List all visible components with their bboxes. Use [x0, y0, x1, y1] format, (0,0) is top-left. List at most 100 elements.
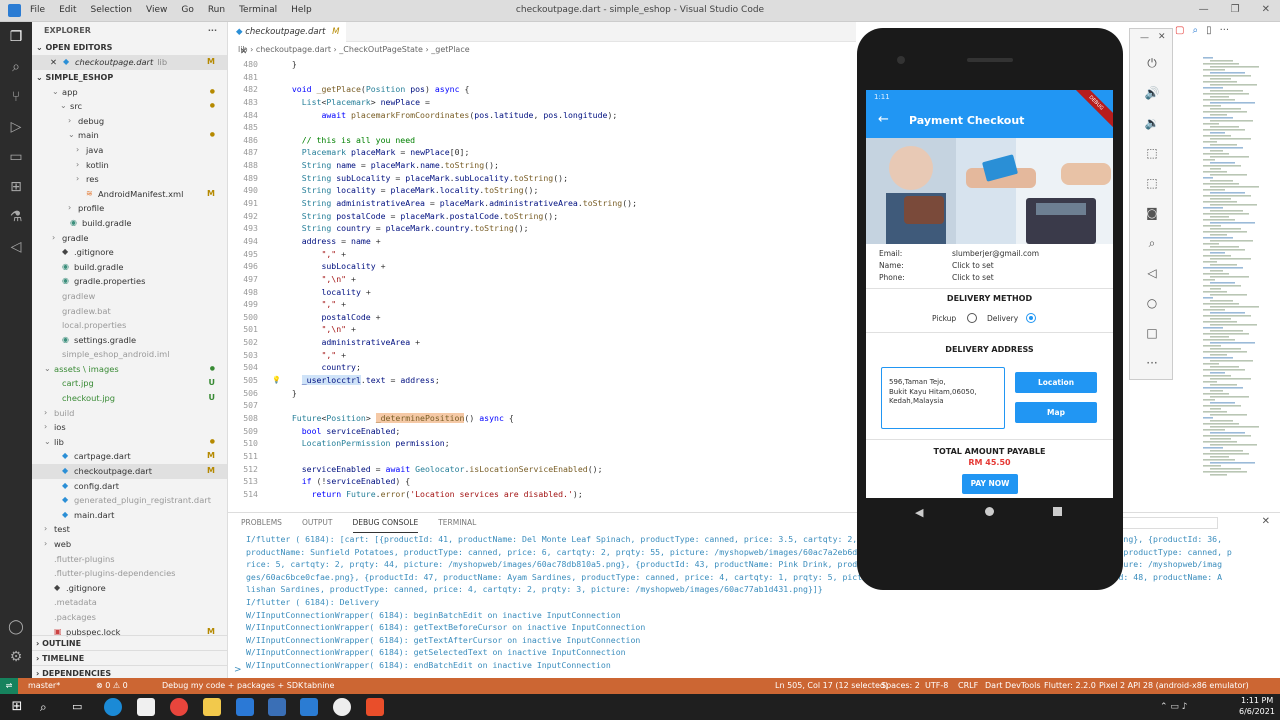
tree-item[interactable]: ◆ .gitignore [32, 581, 227, 596]
run-debug-icon[interactable]: ▷ [0, 112, 32, 142]
tree-item[interactable]: .metadata [32, 595, 227, 610]
tree-item[interactable]: ◉ build.gradle [32, 216, 227, 231]
manage-gear-icon[interactable]: ⚙ [0, 642, 32, 672]
tree-item[interactable]: cart.jpg U [32, 376, 227, 391]
code-line[interactable]: 493 String country = placeMark.country.t… [228, 222, 856, 235]
address-textfield[interactable]: 596,Taman Tejo, Bukit Kayu Hitam,06050, … [881, 367, 1005, 429]
split-editor-icon[interactable]: ▯ [1206, 25, 1212, 36]
debug-status[interactable]: Debug my code + packages + SDK [162, 678, 303, 694]
pay-now-button[interactable]: PAY NOW [962, 474, 1018, 494]
code-line[interactable]: 507 [228, 399, 856, 412]
back-icon[interactable]: ◁ [1144, 265, 1160, 281]
delivery-radio[interactable] [1026, 313, 1036, 323]
close-icon[interactable]: ✕ [1262, 4, 1270, 15]
tree-item[interactable]: › build [32, 406, 227, 421]
code-line[interactable]: 480 } [228, 58, 856, 71]
testing-icon[interactable]: ⚗ [0, 202, 32, 232]
code-line[interactable]: 500 postalCode + [228, 311, 856, 324]
code-line[interactable]: 483 List<Placemark> newPlace = [228, 96, 856, 109]
code-line[interactable]: 486 // this is all you need [228, 134, 856, 147]
edge-icon[interactable] [104, 698, 122, 716]
tree-item[interactable]: ⌄ main ● [32, 128, 227, 143]
tree-item[interactable]: .flutter-plugins [32, 552, 227, 567]
tree-item[interactable]: ◆ generated_plugin_registrant.dart [32, 493, 227, 508]
tree-item[interactable]: .flutter-plugins-dependencies [32, 566, 227, 581]
tree-item[interactable]: ◉ gradle.properties [32, 274, 227, 289]
tree-item[interactable]: ◆ config.dart [32, 479, 227, 494]
tree-item[interactable]: ⌄ assets \ images ● [32, 362, 227, 377]
tree-item[interactable]: ◆ checkoutpage.dart M [32, 464, 227, 479]
explorer-icon[interactable]: ❐ [0, 22, 32, 52]
problems-status[interactable]: ⊗ 0 ⚠ 0 [96, 678, 128, 694]
panel-tab-debug-console[interactable]: DEBUG CONSOLE [352, 513, 419, 533]
breadcrumb-item[interactable]: lib [238, 45, 248, 54]
panel-tab-problems[interactable]: PROBLEMS [241, 513, 282, 533]
code-line[interactable]: 509 bool serviceEnabled; [228, 425, 856, 438]
breadcrumb-item[interactable]: _getPlace [431, 45, 469, 54]
camera-icon[interactable]: ◙ [1144, 205, 1160, 221]
cursor-position[interactable]: Ln 505, Col 17 (12 selected) [775, 678, 888, 694]
project-section[interactable]: ⌄ SIMPLE_ESHOP [32, 70, 227, 85]
console-prompt[interactable]: > [234, 665, 242, 675]
code-line[interactable]: 485 [228, 121, 856, 134]
code-line[interactable]: 501 ",\n" + [228, 323, 856, 336]
code-line[interactable]: 503 "," + [228, 349, 856, 362]
tree-item[interactable]: › test [32, 522, 227, 537]
breadcrumb-item[interactable]: _CheckOutPageState [339, 45, 423, 54]
tab-checkoutpage[interactable]: ◆ checkoutpage.dart M ✕ [228, 22, 346, 57]
pickup-radio[interactable] [967, 313, 977, 323]
code-line[interactable]: 489 String subLocality = placeMark.subLo… [228, 172, 856, 185]
tree-item[interactable]: ◆ .gitignore [32, 245, 227, 260]
tree-item[interactable]: gradlew [32, 289, 227, 304]
breadcrumb-item[interactable]: checkoutpage.dart [256, 45, 331, 54]
indentation-status[interactable]: Spaces: 2 [881, 678, 920, 694]
task-view-icon[interactable]: ▭ [72, 698, 90, 716]
encoding-status[interactable]: UTF-8 [925, 678, 948, 694]
tree-item[interactable]: checkout.jpg U [32, 391, 227, 406]
code-line[interactable]: 487 Placemark placeMark = newPlace[0]; [228, 146, 856, 159]
more-icon[interactable]: ··· [1144, 355, 1160, 371]
power-icon[interactable]: ⏻ [1144, 55, 1160, 71]
recorder-taskbar-icon[interactable] [366, 698, 384, 716]
code-line[interactable]: 513 if (!serviceEnabled) { [228, 475, 856, 488]
code-line[interactable]: 490 String locality = placeMark.locality… [228, 184, 856, 197]
store-icon[interactable] [137, 698, 155, 716]
open-editors-section[interactable]: ⌄ OPEN EDITORS [32, 40, 227, 55]
vscode-taskbar-icon[interactable] [300, 698, 318, 716]
mail-icon[interactable] [236, 698, 254, 716]
tree-item[interactable]: ⌄ lib ● [32, 435, 227, 450]
clock-date[interactable]: 6/6/2021 [1239, 707, 1275, 716]
zoom-icon[interactable]: ⌕ [1144, 235, 1160, 251]
home-icon[interactable]: ○ [1144, 295, 1160, 311]
tree-item[interactable]: gradlew.bat [32, 304, 227, 319]
tree-item[interactable]: › debug [32, 114, 227, 129]
tray-icons[interactable]: ⌃ ▭ ♪ [1160, 702, 1188, 712]
lightbulb-icon[interactable]: 💡 [272, 374, 281, 387]
email-value[interactable]: slumberjer@gmail.com [952, 249, 1039, 258]
code-line[interactable]: 495 "," + [228, 248, 856, 261]
outline-section[interactable]: › OUTLINE [32, 635, 227, 650]
tree-item[interactable]: › java [32, 143, 227, 158]
devtools-status[interactable]: Dart DevTools [985, 678, 1041, 694]
code-line[interactable]: 497 ",\n" + [228, 273, 856, 286]
tree-item[interactable]: ◉ settings.gradle [32, 333, 227, 348]
tree-item[interactable]: ◆ main.dart [32, 508, 227, 523]
tree-item[interactable]: .packages [32, 610, 227, 625]
eol-status[interactable]: CRLF [958, 678, 978, 694]
code-line[interactable]: 505 _userlocctrl.text = address; 💡 [228, 374, 856, 387]
tree-item[interactable]: ⌄ src ● [32, 99, 227, 114]
code-line[interactable]: 514 return Future.error('Location servic… [228, 488, 856, 501]
tree-item[interactable]: › gradle [32, 231, 227, 246]
remote-icon[interactable]: ⇌ [0, 678, 18, 694]
file-explorer-icon[interactable] [203, 698, 221, 716]
code-line[interactable]: 510 LocationPermission permission; [228, 437, 856, 450]
app-taskbar-icon[interactable] [333, 698, 351, 716]
code-line[interactable]: 504 country; [228, 361, 856, 374]
maximize-icon[interactable]: ❐ [1231, 4, 1240, 15]
nav-home-icon[interactable] [985, 507, 994, 516]
tree-item[interactable]: ◉ build.gradle [32, 260, 227, 275]
tree-item[interactable]: › web [32, 537, 227, 552]
overview-icon[interactable]: □ [1144, 325, 1160, 341]
photos-icon[interactable] [268, 698, 286, 716]
tree-item[interactable]: local.properties [32, 318, 227, 333]
